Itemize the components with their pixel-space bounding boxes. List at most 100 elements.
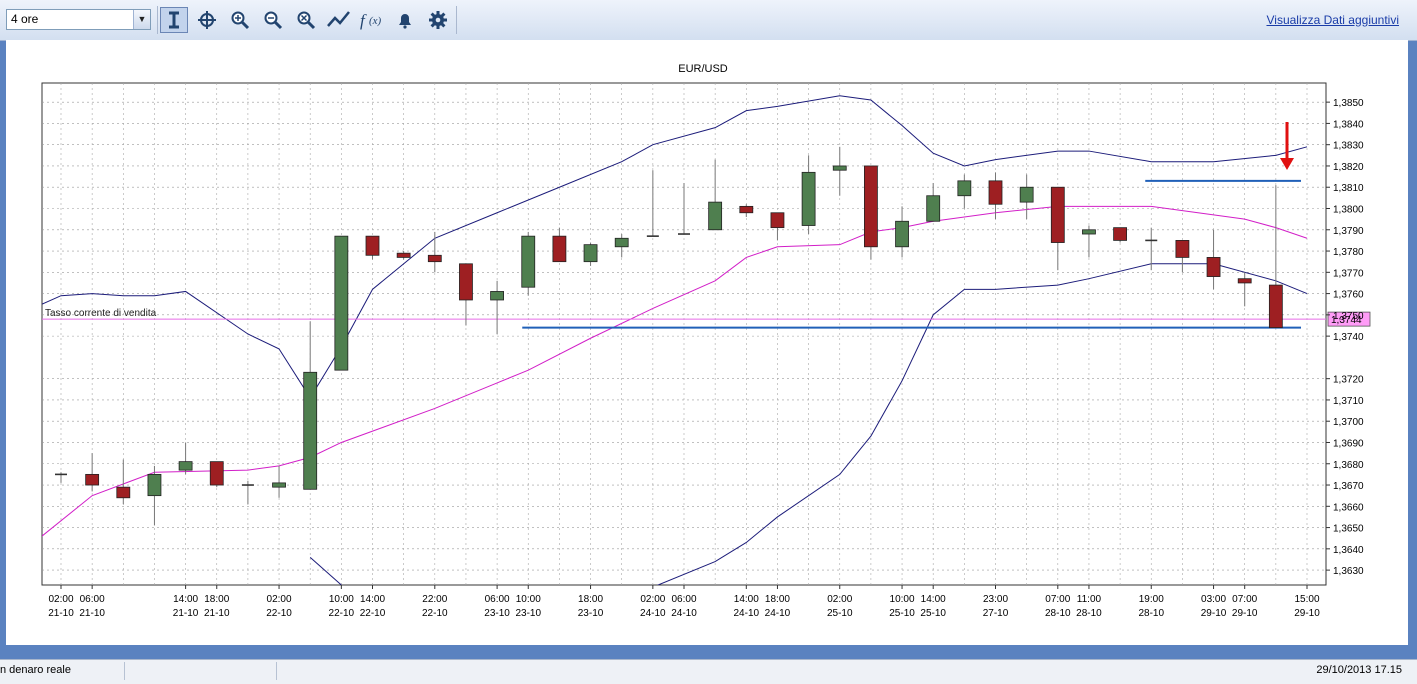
y-tick-label: 1,3670 bbox=[1333, 481, 1364, 492]
y-tick-label: 1,3700 bbox=[1333, 417, 1364, 428]
additional-data-link[interactable]: Visualizza Dati aggiuntivi bbox=[1266, 13, 1399, 27]
chart-title: EUR/USD bbox=[678, 63, 728, 75]
x-tick-time: 10:00 bbox=[329, 594, 354, 605]
y-tick-label: 1,3760 bbox=[1333, 290, 1364, 301]
line-draw-icon bbox=[327, 11, 350, 27]
zoom-in-button[interactable] bbox=[226, 7, 254, 33]
timeframe-select[interactable]: 4 ore ▼ bbox=[6, 9, 151, 30]
chart-panel[interactable]: Tasso corrente di vendita 1,3744 1,3850 1,… bbox=[6, 40, 1408, 645]
candle-body bbox=[334, 235, 349, 371]
x-tick-date: 24-10 bbox=[734, 608, 760, 619]
x-tick-date: 25-10 bbox=[827, 608, 853, 619]
x-tick-time: 19:00 bbox=[1139, 594, 1164, 605]
status-divider bbox=[276, 662, 277, 680]
y-tick-label: 1,3680 bbox=[1333, 460, 1364, 471]
account-mode-text: n denaro reale bbox=[0, 664, 71, 676]
y-tick-label: 1,3840 bbox=[1333, 119, 1364, 130]
y-tick-label: 1,3810 bbox=[1333, 183, 1364, 194]
x-tick-time: 23:00 bbox=[983, 594, 1008, 605]
svg-text:(x): (x) bbox=[369, 15, 382, 27]
cursor-tool-button[interactable] bbox=[160, 7, 188, 33]
chevron-down-icon[interactable]: ▼ bbox=[133, 10, 150, 29]
toolbar-separator bbox=[456, 6, 457, 34]
x-tick-time: 14:00 bbox=[734, 594, 759, 605]
x-tick-time: 14:00 bbox=[360, 594, 385, 605]
y-tick-label: 1,3820 bbox=[1333, 162, 1364, 173]
candle-body bbox=[272, 482, 286, 488]
candle-body bbox=[85, 473, 100, 486]
x-tick-time: 02:00 bbox=[267, 594, 292, 605]
x-tick-time: 03:00 bbox=[1201, 594, 1226, 605]
zoom-out-button[interactable] bbox=[259, 7, 287, 33]
candle-body bbox=[396, 252, 411, 258]
status-datetime: 29/10/2013 17.15 bbox=[1316, 664, 1402, 676]
function-button[interactable]: f (x) bbox=[358, 7, 386, 33]
x-tick-date: 23-10 bbox=[578, 608, 604, 619]
candle-body bbox=[1237, 278, 1252, 284]
candle-body bbox=[801, 171, 816, 226]
line-draw-button[interactable] bbox=[325, 7, 353, 33]
status-bar: n denaro reale 29/10/2013 17.15 bbox=[0, 659, 1417, 684]
crosshair-tool-button[interactable] bbox=[193, 7, 221, 33]
x-tick-date: 24-10 bbox=[765, 608, 791, 619]
x-tick-date: 25-10 bbox=[920, 608, 946, 619]
x-tick-time: 02:00 bbox=[48, 594, 73, 605]
function-icon: f (x) bbox=[360, 11, 382, 30]
x-tick-date: 23-10 bbox=[484, 608, 510, 619]
x-tick-date: 27-10 bbox=[983, 608, 1009, 619]
candle-body bbox=[988, 180, 1003, 205]
settings-button[interactable] bbox=[424, 7, 452, 33]
y-axis-ticks: 1,3850 1,3840 1,3830 1,3820 1,3810 1,3800 1,37… bbox=[1326, 98, 1364, 577]
candlestick-chart[interactable]: Tasso corrente di vendita1,3744 1,38501,… bbox=[6, 40, 1408, 645]
x-tick-date: 22-10 bbox=[422, 608, 448, 619]
candle-body bbox=[1268, 284, 1283, 329]
y-tick-label: 1,3660 bbox=[1333, 502, 1364, 513]
x-tick-date: 22-10 bbox=[329, 608, 355, 619]
y-tick-label: 1,3690 bbox=[1333, 438, 1364, 449]
x-tick-time: 18:00 bbox=[765, 594, 790, 605]
candle-body bbox=[770, 212, 785, 229]
svg-text:f: f bbox=[360, 11, 367, 30]
x-tick-date: 21-10 bbox=[79, 608, 105, 619]
candle-body bbox=[427, 254, 442, 263]
x-tick-time: 14:00 bbox=[173, 594, 198, 605]
x-tick-time: 18:00 bbox=[204, 594, 229, 605]
x-tick-date: 29-10 bbox=[1294, 608, 1320, 619]
alert-button[interactable] bbox=[391, 7, 419, 33]
x-tick-date: 21-10 bbox=[173, 608, 199, 619]
y-tick-label: 1,3650 bbox=[1333, 524, 1364, 535]
candle-body bbox=[303, 371, 318, 490]
candle-body bbox=[521, 235, 536, 288]
x-tick-date: 29-10 bbox=[1232, 608, 1258, 619]
status-divider bbox=[124, 662, 125, 680]
timeframe-value: 4 ore bbox=[11, 12, 39, 26]
zoom-in-icon bbox=[231, 11, 250, 30]
x-tick-date: 23-10 bbox=[515, 608, 541, 619]
candle-body bbox=[1050, 186, 1065, 243]
candle-body bbox=[209, 461, 224, 486]
x-tick-time: 07:00 bbox=[1045, 594, 1070, 605]
x-tick-time: 07:00 bbox=[1232, 594, 1257, 605]
y-tick-label: 1,3740 bbox=[1333, 332, 1364, 343]
zoom-reset-button[interactable] bbox=[292, 7, 320, 33]
gear-icon bbox=[429, 11, 447, 29]
x-tick-date: 28-10 bbox=[1076, 608, 1102, 619]
x-tick-time: 15:00 bbox=[1294, 594, 1319, 605]
bell-icon bbox=[399, 14, 411, 29]
x-tick-date: 21-10 bbox=[48, 608, 74, 619]
candle-body bbox=[1019, 186, 1034, 203]
y-tick-label: 1,3850 bbox=[1333, 98, 1364, 109]
toolbar-separator bbox=[157, 6, 158, 34]
x-tick-date: 22-10 bbox=[266, 608, 292, 619]
y-tick-label: 1,3780 bbox=[1333, 247, 1364, 258]
y-tick-label: 1,3770 bbox=[1333, 268, 1364, 279]
zoom-out-icon bbox=[264, 11, 283, 30]
cursor-icon bbox=[169, 11, 179, 29]
candle-body bbox=[1175, 240, 1190, 258]
x-tick-date: 28-10 bbox=[1045, 608, 1071, 619]
x-tick-time: 10:00 bbox=[890, 594, 915, 605]
candle-body bbox=[739, 205, 754, 214]
candle-body bbox=[895, 220, 909, 248]
x-tick-date: 24-10 bbox=[671, 608, 697, 619]
candle-body bbox=[365, 235, 380, 256]
